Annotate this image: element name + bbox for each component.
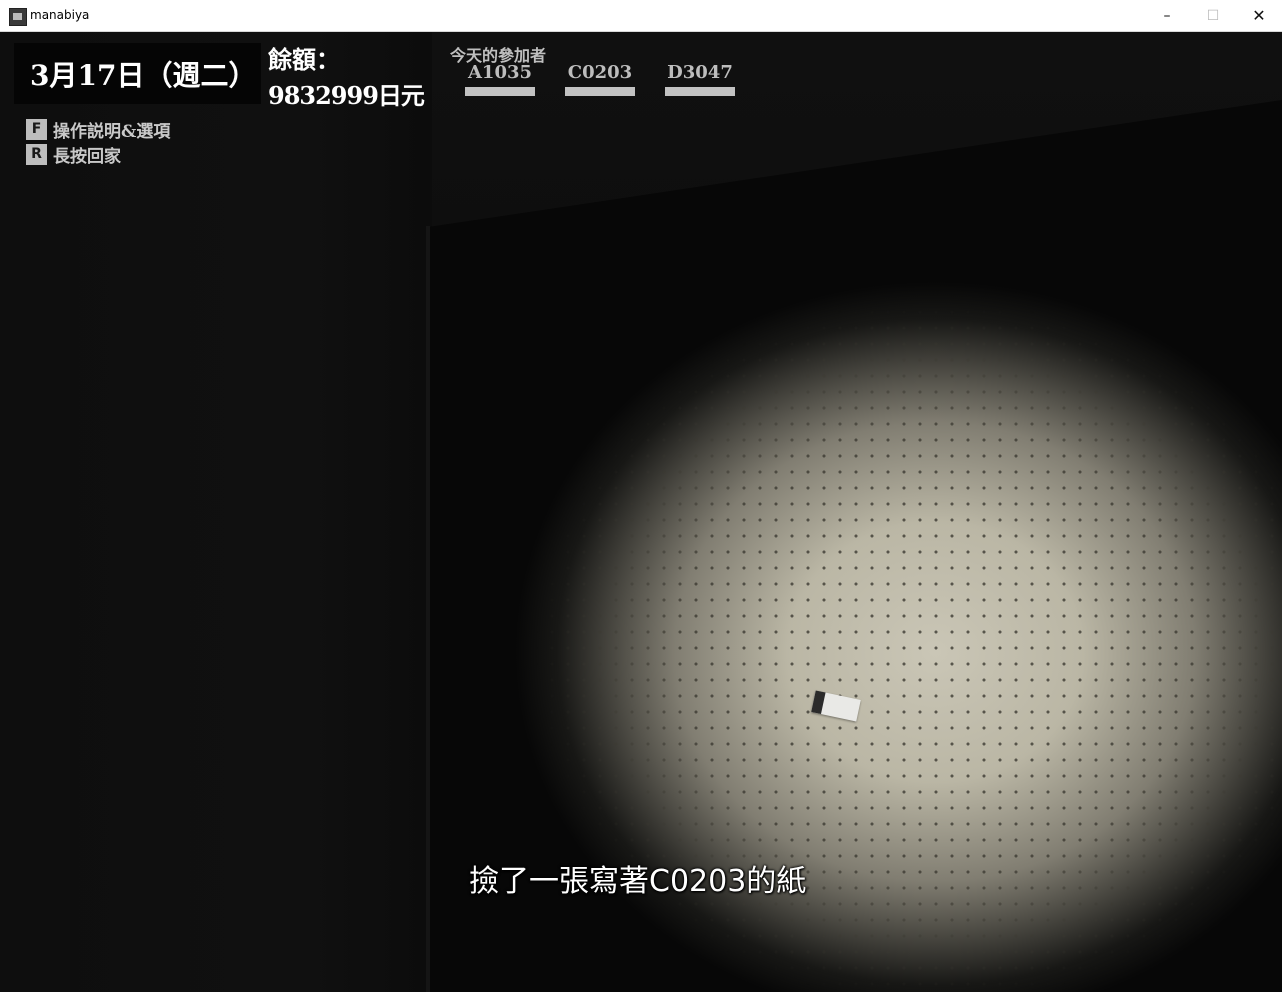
window-title: manabiya (30, 8, 90, 22)
maximize-button[interactable]: ☐ (1190, 0, 1236, 31)
balance-label: 餘額： (268, 45, 340, 74)
participant-item: C0203 (565, 62, 635, 96)
app-icon (9, 8, 27, 26)
participant-id: D3047 (667, 62, 733, 83)
participant-bar (665, 87, 735, 96)
control-hint-label: 長按回家 (53, 146, 121, 167)
f-key-icon: F (26, 118, 47, 140)
close-button[interactable]: ✕ (1236, 0, 1282, 31)
dark-wall (0, 32, 432, 992)
participant-item: D3047 (665, 62, 735, 96)
control-hint-options: F 操作説明&選項 (26, 118, 171, 142)
participant-item: A1035 (465, 62, 535, 96)
subtitle-message: 撿了一張寫著C0203的紙 (469, 864, 807, 899)
control-hint-label: 操作説明&選項 (53, 121, 171, 142)
balance-value: 9832999日元 (268, 81, 425, 110)
participant-id: A1035 (467, 62, 533, 83)
window-titlebar[interactable]: manabiya – ☐ ✕ (0, 0, 1282, 32)
minimize-button[interactable]: – (1144, 0, 1190, 31)
date-label: 3月17日（週二） (30, 59, 257, 92)
pegboard-edge (426, 226, 430, 992)
participant-bar (465, 87, 535, 96)
game-scene[interactable] (0, 32, 1282, 992)
r-key-icon: R (26, 143, 47, 165)
control-hint-go-home: R 長按回家 (26, 143, 121, 167)
participant-id: C0203 (567, 62, 633, 83)
participant-bar (565, 87, 635, 96)
